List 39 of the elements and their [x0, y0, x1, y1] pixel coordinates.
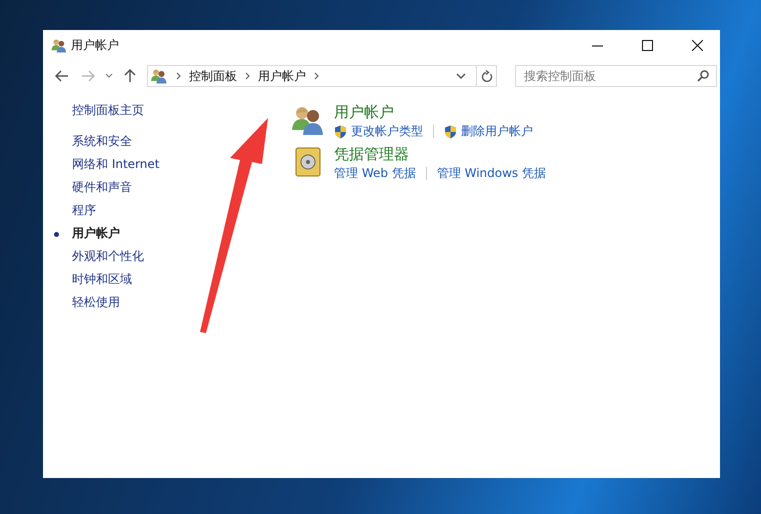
search-icon — [697, 70, 709, 82]
bullet-icon — [54, 232, 59, 237]
window-title: 用户帐户 — [71, 36, 119, 54]
sidebar-item[interactable]: 用户帐户 — [72, 225, 120, 242]
search-field[interactable]: 搜索控制面板 — [515, 65, 717, 87]
up-arrow-icon — [124, 69, 136, 83]
shield-icon — [334, 124, 347, 138]
sidebar-item[interactable]: 时钟和区域 — [72, 271, 132, 288]
address-bar[interactable]: 控制面板 用户帐户 — [147, 65, 497, 87]
task-link[interactable]: 管理 Web 凭据 — [334, 165, 416, 182]
users-icon — [291, 104, 325, 136]
safe-icon — [293, 146, 323, 178]
task-link[interactable]: 删除用户帐户 — [444, 123, 533, 140]
left-arrow-icon — [55, 70, 69, 82]
section-title[interactable]: 用户帐户 — [334, 103, 394, 121]
users-icon — [150, 68, 168, 84]
sidebar-item[interactable]: 外观和个性化 — [72, 248, 144, 265]
right-arrow-icon — [81, 70, 95, 82]
task-link[interactable]: 更改帐户类型 — [334, 123, 423, 140]
sidebar-item[interactable]: 程序 — [72, 202, 96, 219]
dropdown-icon[interactable] — [456, 72, 466, 80]
sidebar-item[interactable]: 硬件和声音 — [72, 179, 132, 196]
users-icon — [51, 38, 67, 52]
sidebar-item[interactable]: 系统和安全 — [72, 133, 132, 150]
shield-icon — [444, 124, 457, 138]
sidebar-item[interactable]: 轻松使用 — [72, 294, 120, 311]
chevron-icon[interactable] — [314, 72, 319, 80]
sidebar-home-link[interactable]: 控制面板主页 — [72, 102, 272, 119]
refresh-icon — [480, 70, 492, 82]
maximize-icon — [642, 40, 652, 50]
caret-icon — [105, 73, 113, 79]
sidebar-item[interactable]: 网络和 Internet — [72, 156, 160, 173]
task-link[interactable]: 管理 Windows 凭据 — [436, 165, 546, 182]
chevron-icon[interactable] — [176, 72, 181, 80]
breadcrumb[interactable]: 用户帐户 — [258, 68, 306, 84]
close-icon — [692, 40, 702, 50]
chevron-icon[interactable] — [245, 72, 250, 80]
section-title[interactable]: 凭据管理器 — [334, 145, 409, 163]
breadcrumb[interactable]: 控制面板 — [189, 68, 237, 84]
